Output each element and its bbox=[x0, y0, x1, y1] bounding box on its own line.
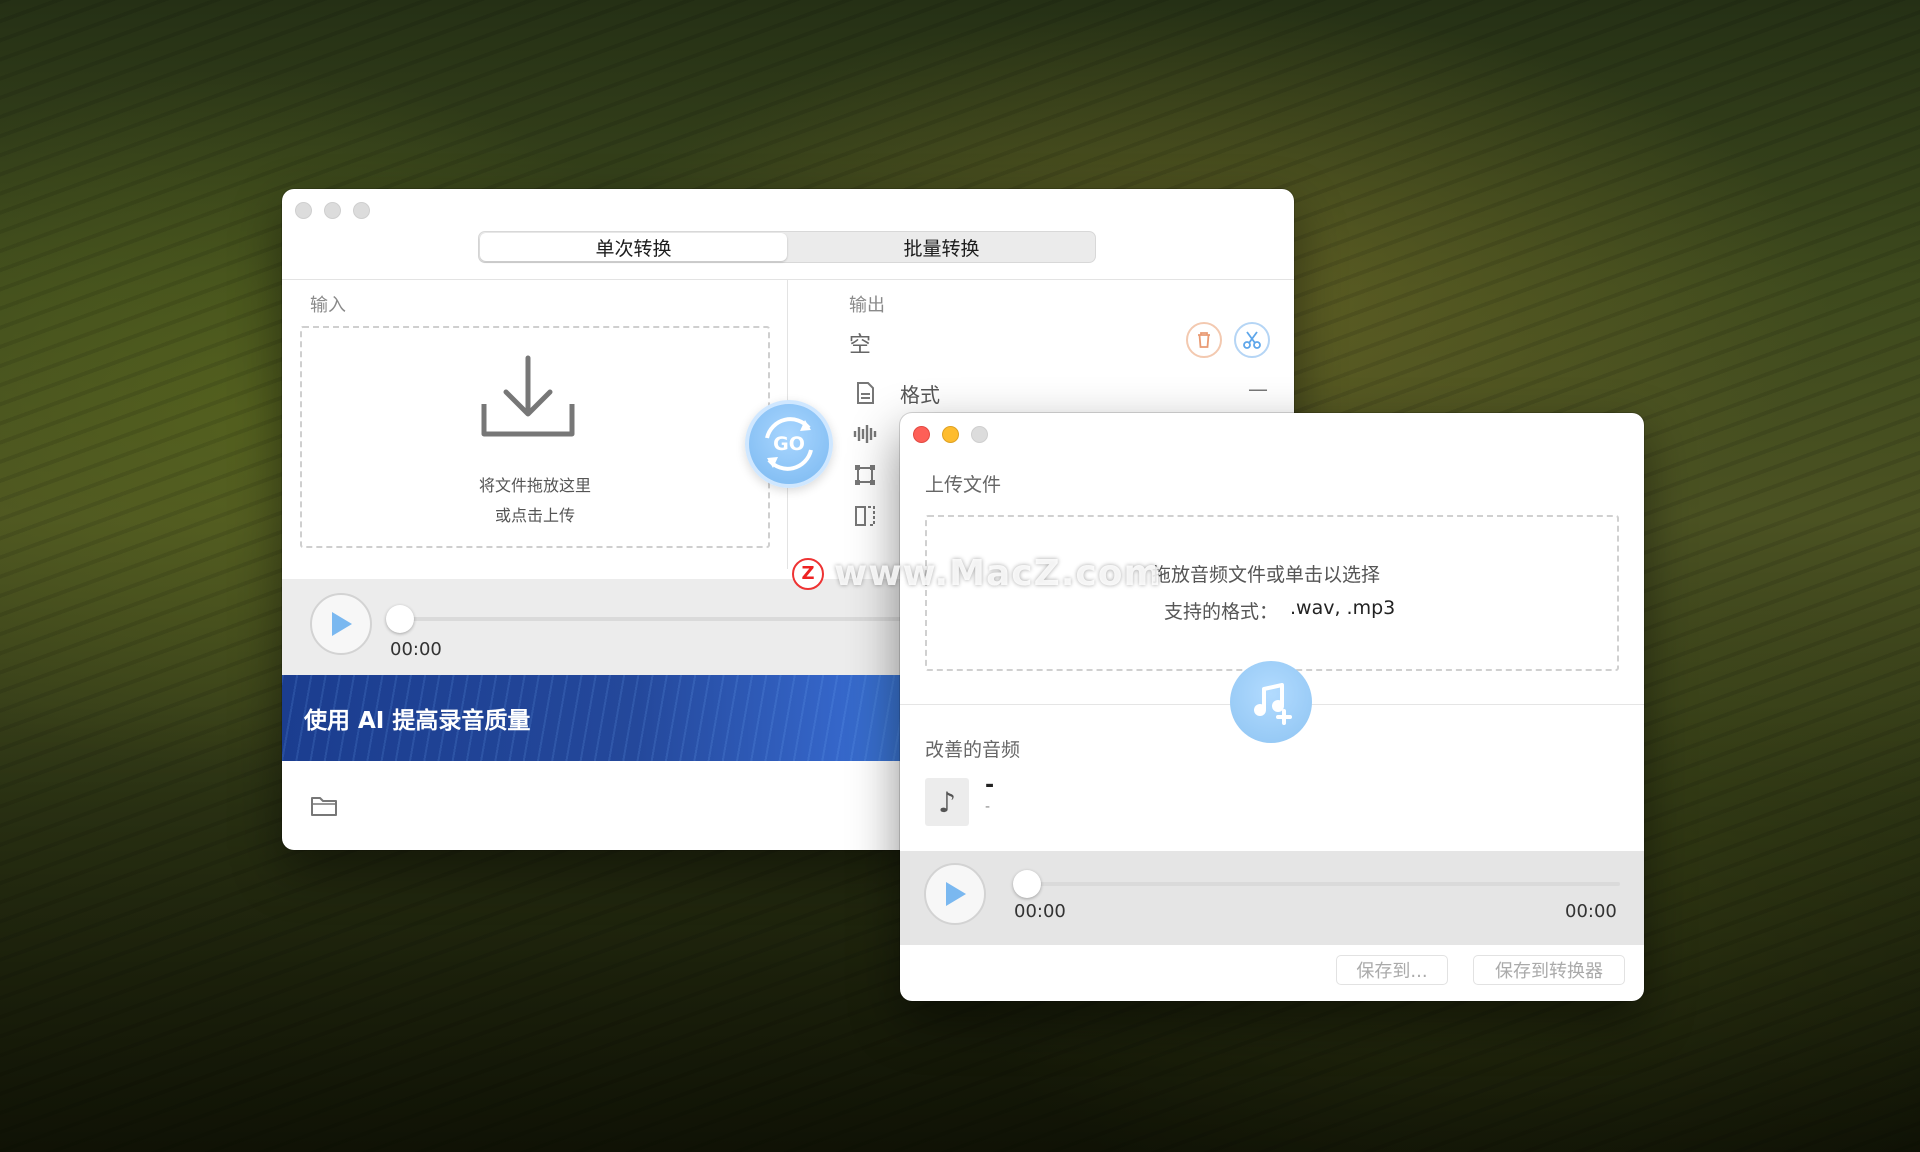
total-time: 00:00 bbox=[1565, 901, 1617, 922]
document-icon bbox=[852, 380, 878, 406]
close-button[interactable] bbox=[295, 202, 312, 219]
banner-text: 使用 AI 提高录音质量 bbox=[304, 708, 531, 734]
crop-icon bbox=[852, 462, 878, 488]
track-subtitle: - bbox=[985, 799, 991, 815]
save-to-converter-button[interactable]: 保存到转换器 bbox=[1473, 955, 1625, 985]
input-dropzone[interactable]: 将文件拖放这里 或点击上传 bbox=[300, 326, 770, 548]
close-button[interactable] bbox=[913, 426, 930, 443]
resize-icon bbox=[852, 503, 878, 529]
go-refresh-icon bbox=[765, 417, 813, 471]
format-value: — bbox=[1248, 377, 1268, 401]
upload-hint: 拖放音频文件或单击以选择 bbox=[1152, 564, 1381, 586]
track-title: - bbox=[985, 773, 995, 798]
output-empty-text: 空 bbox=[849, 333, 872, 358]
progress-knob[interactable] bbox=[1013, 870, 1041, 898]
input-label: 输入 bbox=[310, 295, 346, 316]
go-convert-button[interactable]: GO bbox=[745, 400, 833, 488]
play-button[interactable] bbox=[924, 863, 986, 925]
waveform-icon bbox=[852, 421, 878, 447]
drop-hint-line2: 或点击上传 bbox=[494, 506, 575, 525]
output-audio-player: 00:00 00:00 bbox=[900, 851, 1644, 945]
supported-formats-value: .wav, .mp3 bbox=[1290, 597, 1396, 619]
minimize-button[interactable] bbox=[324, 202, 341, 219]
window-controls bbox=[913, 426, 988, 443]
play-icon bbox=[332, 612, 352, 636]
trash-icon[interactable] bbox=[1186, 322, 1222, 358]
folder-icon[interactable] bbox=[310, 794, 338, 822]
window-controls bbox=[295, 202, 370, 219]
zoom-button[interactable] bbox=[971, 426, 988, 443]
watermark-logo: Z bbox=[792, 557, 824, 590]
improved-audio-label: 改善的音频 bbox=[925, 739, 1021, 761]
tab-single-convert[interactable]: 单次转换 bbox=[480, 233, 787, 261]
header-divider bbox=[282, 279, 1294, 280]
minimize-button[interactable] bbox=[942, 426, 959, 443]
output-label: 输出 bbox=[849, 295, 885, 316]
current-time: 00:00 bbox=[1014, 901, 1066, 922]
progress-knob[interactable] bbox=[386, 605, 414, 633]
scissors-icon[interactable] bbox=[1234, 322, 1270, 358]
zoom-button[interactable] bbox=[353, 202, 370, 219]
tab-batch-convert[interactable]: 批量转换 bbox=[788, 232, 1095, 262]
music-note-add-icon[interactable] bbox=[1230, 661, 1312, 743]
mode-segmented-control: 单次转换 批量转换 bbox=[478, 231, 1096, 263]
progress-track[interactable] bbox=[1020, 882, 1620, 886]
play-icon bbox=[946, 882, 966, 906]
save-to-button[interactable]: 保存到... bbox=[1336, 955, 1448, 985]
music-note-icon: ♪ bbox=[925, 778, 969, 826]
site-watermark: Z www.MacZ.com bbox=[792, 553, 1162, 594]
download-icon bbox=[480, 354, 576, 444]
watermark-text: www.MacZ.com bbox=[834, 553, 1162, 594]
format-label: 格式 bbox=[900, 383, 940, 407]
play-button[interactable] bbox=[310, 593, 372, 655]
drop-hint-line1: 将文件拖放这里 bbox=[478, 476, 591, 495]
current-time: 00:00 bbox=[390, 639, 442, 660]
upload-label: 上传文件 bbox=[925, 474, 1002, 496]
supported-formats-label: 支持的格式： bbox=[1164, 601, 1279, 623]
